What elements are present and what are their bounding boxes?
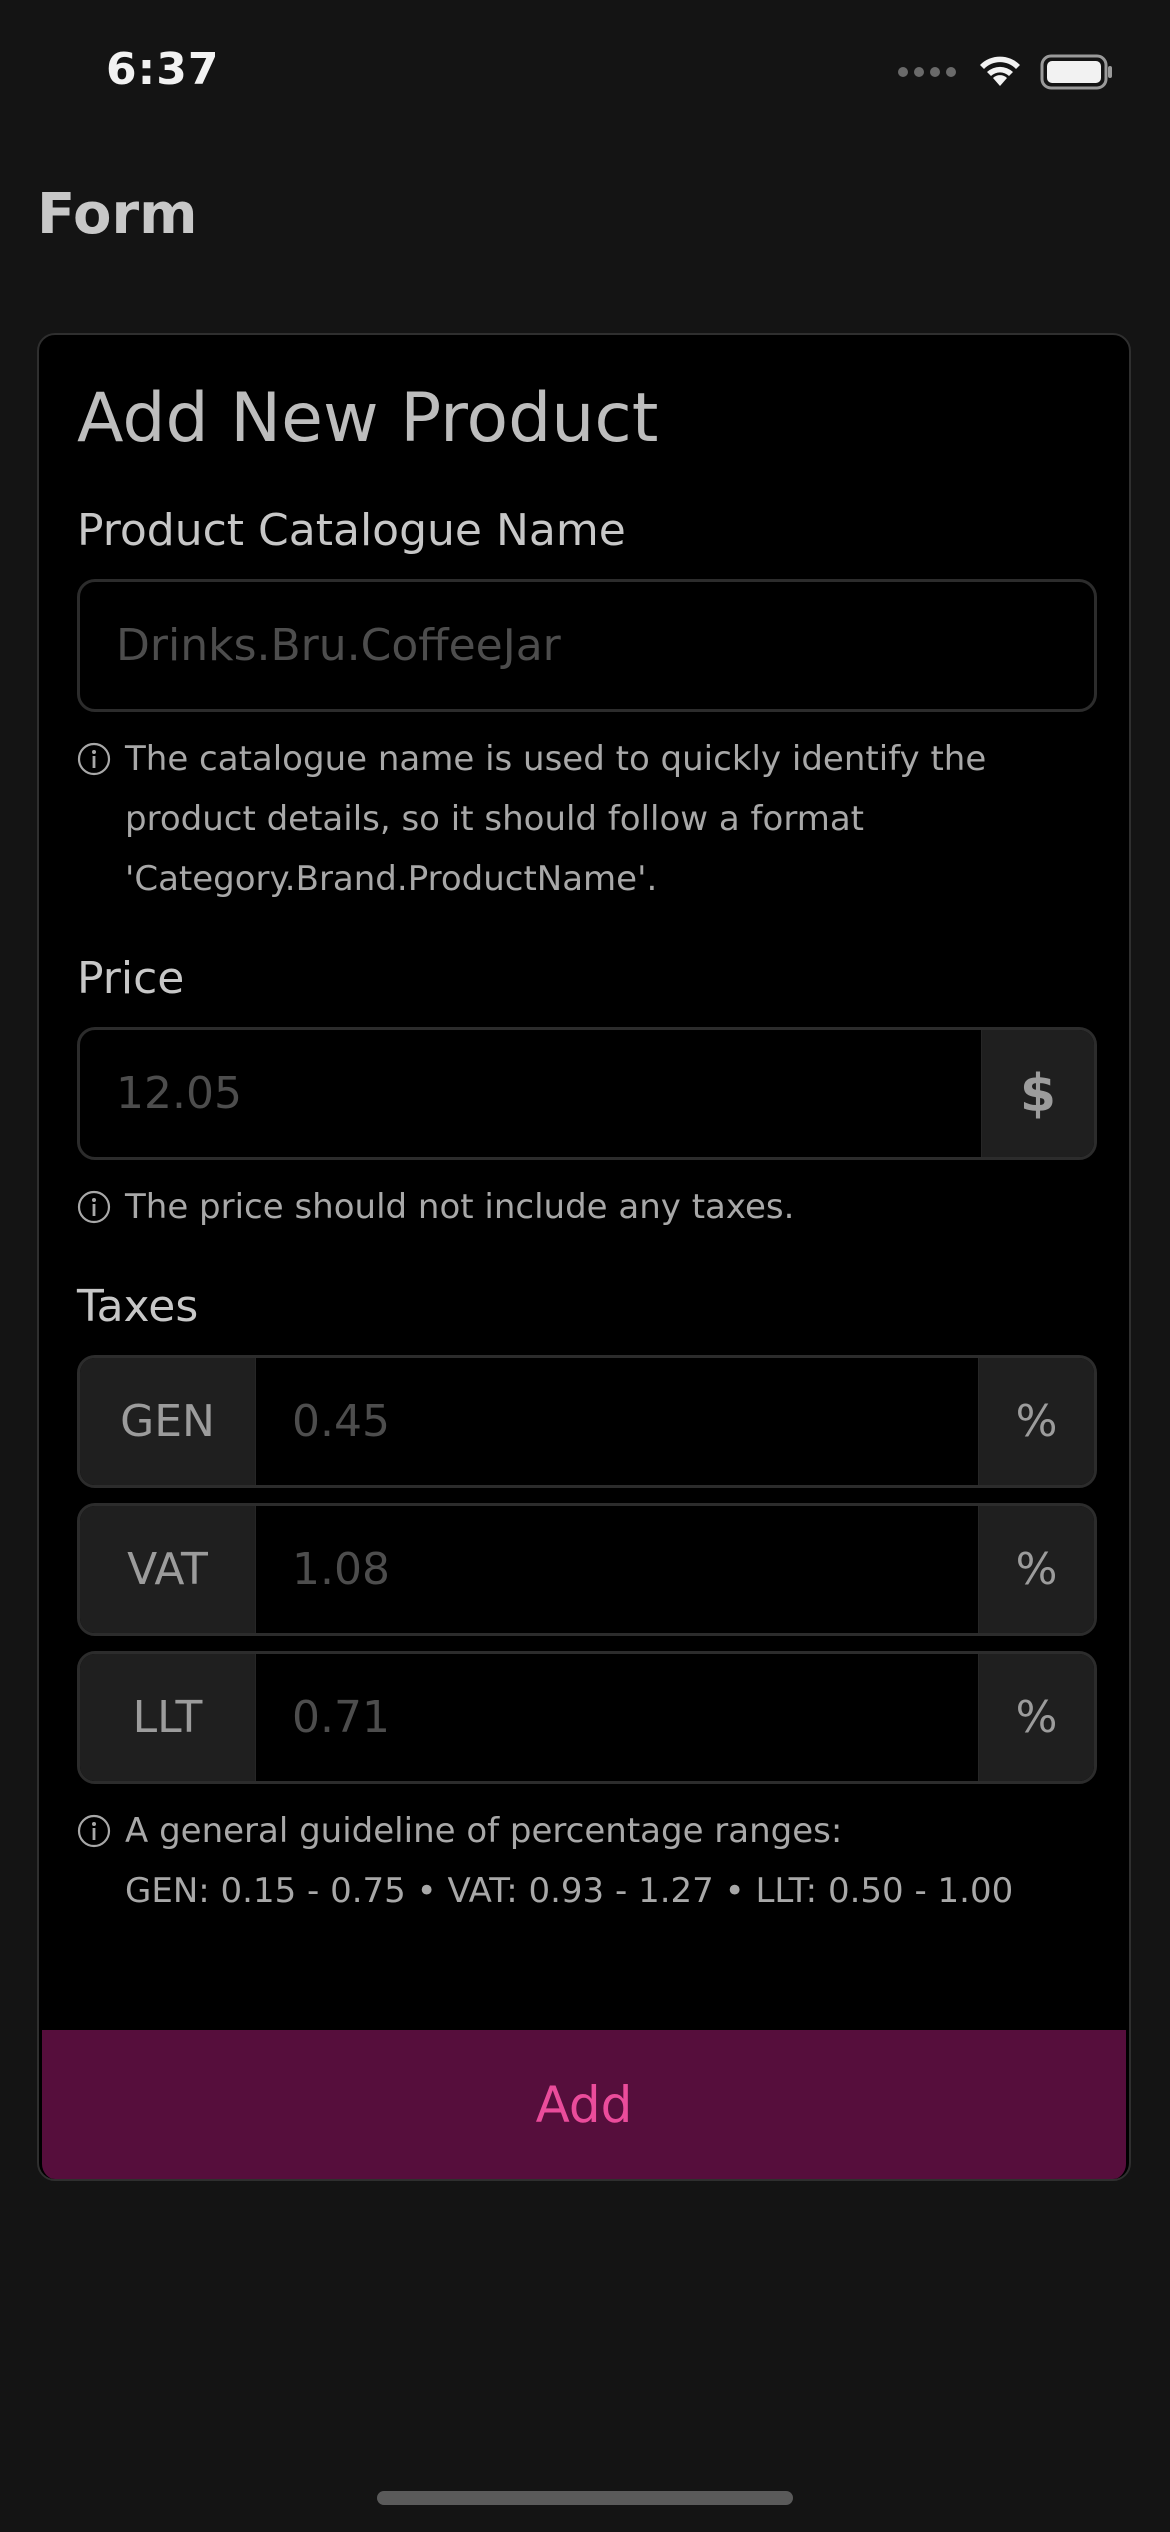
- percent-addon: %: [978, 1358, 1094, 1485]
- wifi-icon: [980, 56, 1020, 86]
- taxes-label: Taxes: [77, 1281, 199, 1332]
- hint-line: GEN: 0.15 - 0.75 • VAT: 0.93 - 1.27 • LL…: [125, 1871, 1014, 1911]
- tax-row-gen: GEN %: [77, 1355, 1097, 1488]
- battery-icon: [1040, 54, 1112, 90]
- status-bar: 6:37: [0, 0, 1170, 150]
- price-hint-text: The price should not include any taxes.: [125, 1187, 795, 1227]
- catalogue-name-label: Product Catalogue Name: [77, 505, 626, 556]
- hint-line: 'Category.Brand.ProductName'.: [125, 859, 658, 899]
- price-field: $: [77, 1027, 1097, 1160]
- price-hint: The price should not include any taxes.: [77, 1177, 1097, 1237]
- home-indicator[interactable]: [377, 2491, 793, 2505]
- hint-line: The catalogue name is used to quickly id…: [125, 739, 987, 779]
- price-label: Price: [77, 953, 185, 1004]
- catalogue-hint-text: The catalogue name is used to quickly id…: [125, 729, 1097, 909]
- percent-addon: %: [978, 1506, 1094, 1633]
- info-icon: [77, 1814, 111, 1848]
- catalogue-hint: The catalogue name is used to quickly id…: [77, 729, 1097, 909]
- signal-icon: [898, 67, 956, 77]
- price-input[interactable]: [80, 1030, 981, 1157]
- percent-addon: %: [978, 1654, 1094, 1781]
- info-icon: [77, 1190, 111, 1224]
- tax-code-label: GEN: [80, 1358, 256, 1485]
- tax-code-label: LLT: [80, 1654, 256, 1781]
- status-time: 6:37: [106, 44, 220, 95]
- add-button[interactable]: Add: [42, 2030, 1126, 2179]
- catalogue-name-field: [77, 579, 1097, 712]
- taxes-hint-text: A general guideline of percentage ranges…: [125, 1801, 1097, 1921]
- status-icons: [898, 54, 1114, 90]
- info-icon: [77, 742, 111, 776]
- gen-tax-input[interactable]: [256, 1358, 978, 1485]
- hint-line: A general guideline of percentage ranges…: [125, 1811, 843, 1851]
- currency-addon: $: [981, 1030, 1094, 1157]
- llt-tax-input[interactable]: [256, 1654, 978, 1781]
- add-product-form: Add New Product Product Catalogue Name T…: [37, 333, 1131, 2181]
- tax-row-vat: VAT %: [77, 1503, 1097, 1636]
- tax-code-label: VAT: [80, 1506, 256, 1633]
- catalogue-name-input[interactable]: [80, 582, 1094, 709]
- taxes-hint: A general guideline of percentage ranges…: [77, 1801, 1097, 1921]
- page-title: Form: [37, 182, 198, 247]
- hint-line: product details, so it should follow a f…: [125, 799, 864, 839]
- form-title: Add New Product: [77, 379, 659, 458]
- vat-tax-input[interactable]: [256, 1506, 978, 1633]
- tax-row-llt: LLT %: [77, 1651, 1097, 1784]
